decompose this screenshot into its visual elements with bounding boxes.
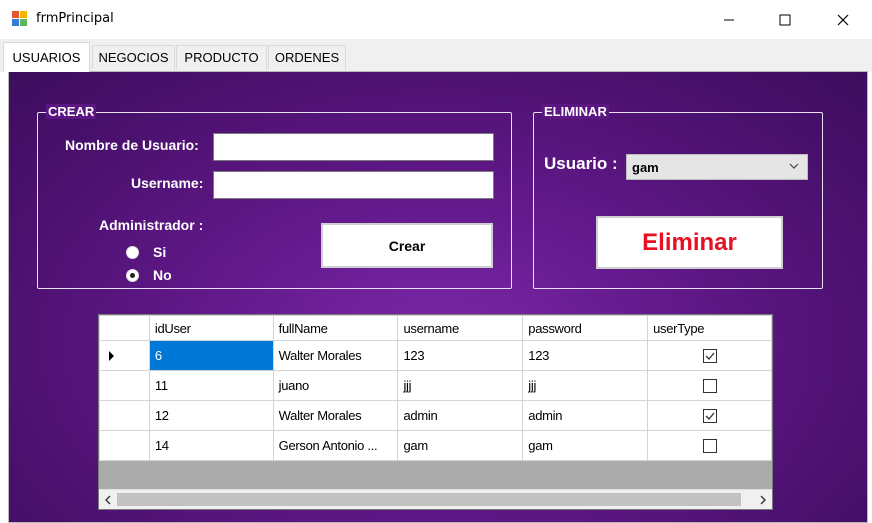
usuarios-tab-page: CREAR Nombre de Usuario: Username: Admin…	[8, 71, 868, 523]
cell-username[interactable]: 123	[397, 340, 524, 371]
close-icon	[837, 14, 849, 25]
radio-si-label: Si	[153, 244, 167, 260]
nombre-usuario-input[interactable]	[213, 133, 494, 161]
radio-no[interactable]	[126, 269, 139, 282]
column-header-fullname[interactable]: fullName	[272, 315, 399, 341]
row-header[interactable]	[99, 370, 150, 401]
cell-fullname[interactable]: Walter Morales	[272, 340, 399, 371]
tab-strip: USUARIOS NEGOCIOS PRODUCTO ORDENES	[0, 39, 872, 72]
administrador-label: Administrador :	[99, 217, 204, 233]
minimize-button[interactable]	[706, 0, 752, 39]
maximize-button[interactable]	[762, 0, 808, 39]
column-header-username[interactable]: username	[397, 315, 524, 341]
usertype-checkbox[interactable]	[702, 349, 717, 364]
app-icon	[12, 11, 28, 27]
close-button[interactable]	[820, 0, 866, 39]
cell-fullname[interactable]: juano	[272, 370, 399, 401]
table-row[interactable]: 12 Walter Morales admin admin	[99, 400, 772, 431]
cell-fullname[interactable]: Gerson Antonio ...	[272, 430, 399, 461]
cell-iduser[interactable]: 14	[148, 430, 274, 461]
title-bar: frmPrincipal	[0, 0, 872, 39]
radio-no-label: No	[153, 267, 172, 283]
usuario-label: Usuario :	[544, 154, 618, 173]
horizontal-scrollbar[interactable]	[99, 489, 772, 509]
cell-username[interactable]: gam	[397, 430, 524, 461]
cell-usertype[interactable]	[647, 340, 772, 371]
row-header[interactable]	[99, 340, 150, 371]
tab-negocios[interactable]: NEGOCIOS	[92, 45, 175, 69]
cell-usertype[interactable]	[647, 400, 772, 431]
cell-usertype[interactable]	[647, 430, 772, 461]
cell-password[interactable]: jjj	[522, 370, 649, 401]
chevron-right-icon	[760, 495, 766, 505]
username-label: Username:	[131, 175, 204, 191]
username-input[interactable]	[213, 171, 494, 199]
radio-si[interactable]	[126, 246, 139, 259]
scroll-left-button[interactable]	[101, 493, 115, 507]
chevron-left-icon	[105, 495, 111, 505]
cell-iduser[interactable]: 11	[148, 370, 274, 401]
eliminar-button[interactable]: Eliminar	[596, 216, 783, 269]
window-title: frmPrincipal	[36, 11, 114, 26]
eliminar-group-title: ELIMINAR	[542, 104, 609, 119]
usuario-combobox[interactable]: gam	[626, 154, 808, 180]
cell-password[interactable]: gam	[522, 430, 649, 461]
cell-iduser[interactable]: 12	[148, 400, 274, 431]
usertype-checkbox[interactable]	[702, 409, 717, 424]
table-row[interactable]: 6 Walter Morales 123 123	[99, 340, 772, 371]
tab-usuarios[interactable]: USUARIOS	[3, 42, 90, 72]
column-header-iduser[interactable]: idUser	[148, 315, 274, 341]
scroll-right-button[interactable]	[756, 493, 770, 507]
crear-group-title: CREAR	[46, 104, 97, 119]
row-header[interactable]	[99, 400, 150, 431]
table-header-row: idUser fullName username password userTy…	[99, 315, 772, 341]
cell-iduser[interactable]: 6	[148, 340, 274, 371]
scrollbar-thumb[interactable]	[117, 493, 741, 506]
usertype-checkbox[interactable]	[702, 379, 717, 394]
table-row[interactable]: 11 juano jjj jjj	[99, 370, 772, 401]
nombre-usuario-label: Nombre de Usuario:	[65, 137, 199, 153]
cell-fullname[interactable]: Walter Morales	[272, 400, 399, 431]
cell-usertype[interactable]	[647, 370, 772, 401]
row-header-corner	[99, 315, 150, 341]
chevron-down-icon	[789, 163, 799, 169]
crear-button[interactable]: Crear	[321, 223, 493, 268]
tab-producto[interactable]: PRODUCTO	[176, 45, 267, 69]
tab-ordenes[interactable]: ORDENES	[268, 45, 346, 69]
column-header-password[interactable]: password	[522, 315, 649, 341]
row-header[interactable]	[99, 430, 150, 461]
cell-password[interactable]: 123	[522, 340, 649, 371]
cell-username[interactable]: jjj	[397, 370, 524, 401]
cell-username[interactable]: admin	[397, 400, 524, 431]
cell-password[interactable]: admin	[522, 400, 649, 431]
triangle-right-icon	[109, 351, 114, 361]
maximize-icon	[779, 14, 791, 25]
minimize-icon	[724, 19, 734, 20]
usuarios-datagrid[interactable]: idUser fullName username password userTy…	[98, 314, 773, 510]
column-header-usertype[interactable]: userType	[647, 315, 772, 341]
table-row[interactable]: 14 Gerson Antonio ... gam gam	[99, 430, 772, 461]
usertype-checkbox[interactable]	[702, 439, 717, 454]
usuario-combobox-value: gam	[632, 159, 659, 175]
usuarios-table: idUser fullName username password userTy…	[99, 315, 772, 461]
